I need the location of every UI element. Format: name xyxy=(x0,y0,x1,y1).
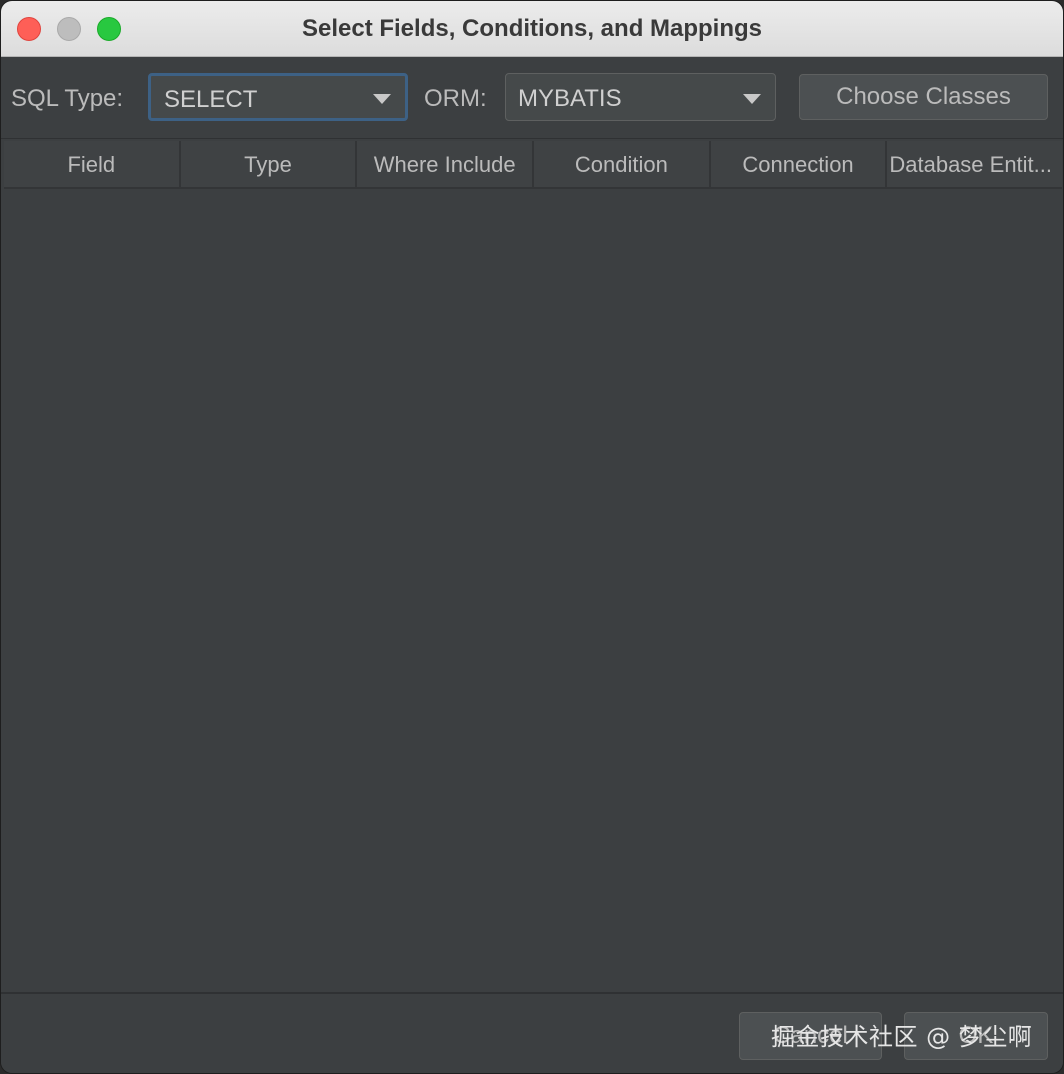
orm-label: ORM: xyxy=(424,85,487,112)
dialog-window: Select Fields, Conditions, and Mappings … xyxy=(0,0,1064,1074)
sql-type-select[interactable]: SELECT xyxy=(148,73,408,121)
orm-value: MYBATIS xyxy=(518,85,622,112)
toolbar: SQL Type: SELECT ORM: MYBATIS Choose Cla… xyxy=(1,57,1063,139)
title-bar: Select Fields, Conditions, and Mappings xyxy=(1,1,1063,57)
orm-select[interactable]: MYBATIS xyxy=(505,73,776,121)
chevron-down-icon xyxy=(743,94,761,104)
fields-table: Field Type Where Include Condition Conne… xyxy=(4,141,1062,991)
column-header-connection[interactable]: Connection xyxy=(711,141,888,189)
column-header-field[interactable]: Field xyxy=(4,141,181,189)
chevron-down-icon xyxy=(373,94,391,104)
table-header: Field Type Where Include Condition Conne… xyxy=(4,141,1062,189)
column-header-where-include[interactable]: Where Include xyxy=(357,141,535,189)
window-title: Select Fields, Conditions, and Mappings xyxy=(301,15,763,42)
table-body[interactable] xyxy=(4,191,1062,991)
column-header-condition[interactable]: Condition xyxy=(534,141,711,189)
sql-type-label: SQL Type: xyxy=(11,85,124,112)
watermark-text: 掘金技术社区 @ 梦尘啊 xyxy=(771,1023,1033,1051)
sql-type-value: SELECT xyxy=(164,86,258,113)
column-header-type[interactable]: Type xyxy=(181,141,358,189)
column-header-database-entity[interactable]: Database Entit... xyxy=(887,141,1062,189)
choose-classes-button[interactable]: Choose Classes xyxy=(799,74,1048,120)
